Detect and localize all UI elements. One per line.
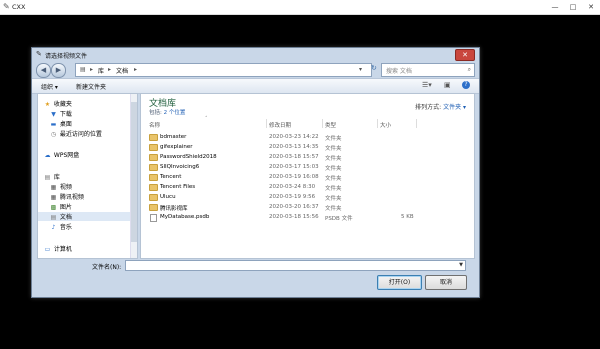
back-button[interactable]: ◀: [36, 63, 51, 78]
window-controls: — □ ✕: [546, 0, 600, 14]
tencent-video-icon: ▦: [50, 194, 57, 201]
chevron-right-icon[interactable]: ▸: [134, 66, 137, 73]
library-icon: ▤: [44, 174, 51, 181]
sidebar-item-videos[interactable]: ▦ 视频: [49, 182, 72, 191]
preview-pane-icon[interactable]: ▣: [444, 81, 451, 89]
navigation-bar: ◀ ▶ ▤ ▸ 库 ▸ 文档 ▸ ▾ ↻ 搜索 文档 ⌕: [32, 61, 479, 78]
search-placeholder: 搜索 文档: [386, 68, 412, 75]
sidebar-item-computer[interactable]: ▭ 计算机: [43, 244, 72, 253]
sidebar-item-favorites[interactable]: ★ 收藏夹: [43, 99, 72, 108]
sort-up-icon: ˄: [205, 116, 208, 122]
search-box[interactable]: 搜索 文档 ⌕: [381, 63, 475, 77]
folder-icon: [149, 164, 158, 171]
file-row[interactable]: bdmaster 2020-03-23 14:22 文件夹: [149, 134, 469, 143]
chevron-right-icon: ▸: [90, 66, 94, 73]
sidebar-item-documents[interactable]: ▤ 文档: [38, 212, 131, 221]
chevron-right-icon[interactable]: ▸: [108, 66, 111, 73]
scrollbar-thumb[interactable]: [131, 102, 137, 242]
pictures-icon: ▩: [50, 204, 57, 211]
column-size[interactable]: 大小: [380, 121, 391, 129]
column-date[interactable]: 修改日期: [269, 121, 291, 129]
file-row[interactable]: PasswordShield2018 2020-03-18 15:57 文件夹: [149, 154, 469, 163]
folder-icon: [149, 174, 158, 181]
cancel-button[interactable]: 取消: [425, 275, 467, 290]
sidebar-item-recent[interactable]: ◷ 最近访问的位置: [49, 129, 102, 138]
folder-icon: [149, 154, 158, 161]
file-icon: [150, 214, 157, 222]
folder-icon: [149, 134, 158, 141]
file-row[interactable]: MyDatabase.psdb 2020-03-18 15:56 PSDB 文件…: [149, 214, 469, 223]
sidebar-item-wps-cloud[interactable]: ☁ WPS网盘: [43, 150, 80, 159]
navigation-pane: ★ 收藏夹 ▼ 下载 ▬ 桌面 ◷ 最近访问的位置 ☁ WPS网盘 ▤ 库 ▦ …: [37, 93, 138, 259]
dialog-title: 请选择视频文件: [45, 53, 88, 60]
desktop-icon: ▬: [50, 121, 57, 128]
breadcrumb-library[interactable]: 库: [98, 66, 104, 75]
music-icon: ♪: [51, 224, 56, 231]
feather-icon: ✎: [36, 50, 42, 58]
cloud-icon: ☁: [44, 152, 51, 159]
toolbar: 组织 ▾ 新建文件夹 ☰▾ ▣ ?: [32, 78, 479, 94]
address-bar[interactable]: ▤ ▸ 库 ▸ 文档 ▸ ▾: [75, 63, 372, 77]
organize-button[interactable]: 组织 ▾: [41, 82, 58, 91]
computer-icon: ▭: [44, 246, 51, 253]
refresh-icon[interactable]: ↻: [371, 64, 377, 72]
app-titlebar: ✎ CXX — □ ✕: [0, 0, 600, 15]
video-icon: ▦: [50, 184, 57, 191]
search-icon[interactable]: ⌕: [468, 66, 471, 74]
sidebar-item-downloads[interactable]: ▼ 下载: [49, 109, 72, 118]
open-button[interactable]: 打开(O): [377, 275, 422, 290]
folder-icon: [149, 184, 158, 191]
arrange-by: 排列方式: 文件夹 ▾: [415, 104, 466, 111]
dropdown-arrow-icon[interactable]: ▼: [459, 262, 463, 268]
file-row[interactable]: Tencent Files 2020-03-24 8:30 文件夹: [149, 184, 469, 193]
column-name[interactable]: 名称: [149, 121, 160, 129]
library-icon: ▤: [80, 66, 86, 73]
maximize-button[interactable]: □: [564, 0, 582, 14]
filename-label: 文件名(N):: [92, 264, 122, 271]
sidebar-item-desktop[interactable]: ▬ 桌面: [49, 119, 72, 128]
file-open-dialog: ✎ 请选择视频文件 ✕ ◀ ▶ ▤ ▸ 库 ▸ 文档 ▸ ▾ ↻ 搜索 文档 ⌕…: [31, 47, 480, 298]
dialog-footer: 文件名(N): ▼ 打开(O) 取消: [32, 258, 479, 297]
folder-icon: [149, 194, 158, 201]
column-divider: [266, 119, 267, 128]
file-row[interactable]: Ulucu 2020-03-19 9:56 文件夹: [149, 194, 469, 203]
column-type[interactable]: 类型: [325, 121, 336, 129]
view-options-icon[interactable]: ☰▾: [422, 81, 432, 89]
star-icon: ★: [44, 101, 51, 108]
column-divider: [377, 119, 378, 128]
column-divider: [416, 119, 417, 128]
sidebar-item-music[interactable]: ♪ 音乐: [49, 222, 72, 231]
dialog-titlebar: ✎ 请选择视频文件 ✕: [32, 48, 479, 61]
help-icon[interactable]: ?: [462, 81, 470, 89]
file-row[interactable]: SlIQInvoicing6 2020-03-17 15:03 文件夹: [149, 164, 469, 173]
new-folder-button[interactable]: 新建文件夹: [76, 82, 106, 91]
column-divider: [322, 119, 323, 128]
file-row[interactable]: gifexplainer 2020-03-13 14:35 文件夹: [149, 144, 469, 153]
breadcrumb-documents[interactable]: 文档: [116, 66, 128, 75]
file-row[interactable]: 腾讯影视库 2020-03-20 16:37 文件夹: [149, 204, 469, 213]
sidebar-scrollbar[interactable]: [130, 94, 137, 258]
arrange-by-dropdown[interactable]: 文件夹 ▾: [443, 104, 466, 111]
recent-icon: ◷: [50, 131, 57, 138]
dialog-close-button[interactable]: ✕: [455, 49, 475, 61]
forward-button[interactable]: ▶: [51, 63, 66, 78]
file-row[interactable]: Tencent 2020-03-19 16:08 文件夹: [149, 174, 469, 183]
feather-icon: ✎: [3, 2, 10, 11]
sidebar-item-pictures[interactable]: ▩ 图片: [49, 202, 72, 211]
sidebar-item-libraries[interactable]: ▤ 库: [43, 172, 60, 181]
locations-link[interactable]: 2 个位置: [164, 110, 186, 116]
minimize-button[interactable]: —: [546, 0, 564, 14]
library-locations: 包括: 2 个位置: [149, 110, 186, 116]
app-title: CXX: [12, 3, 26, 11]
folder-icon: [149, 204, 158, 211]
documents-icon: ▤: [50, 214, 57, 221]
filename-input[interactable]: ▼: [125, 260, 466, 271]
download-icon: ▼: [51, 111, 56, 118]
sidebar-item-tencent-video[interactable]: ▦ 腾讯视频: [49, 192, 84, 201]
dropdown-arrow-icon[interactable]: ▾: [359, 66, 362, 73]
close-button[interactable]: ✕: [582, 0, 600, 14]
file-list-pane: 文档库 包括: 2 个位置 排列方式: 文件夹 ▾ ˄ 名称 修改日期 类型 大…: [140, 93, 475, 259]
folder-icon: [149, 144, 158, 151]
